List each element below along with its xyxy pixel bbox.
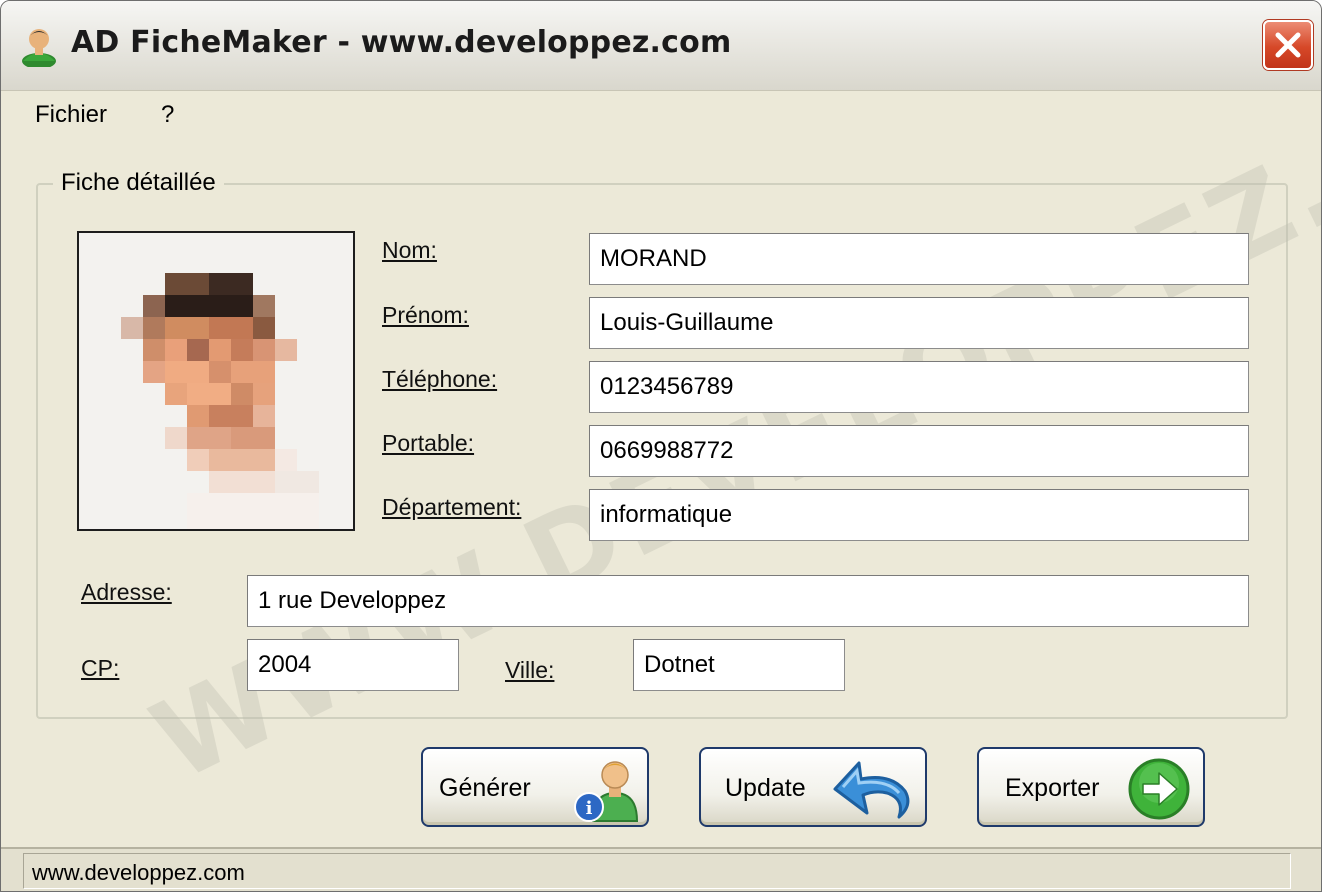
exporter-button-label: Exporter	[1005, 774, 1100, 802]
profile-photo	[77, 231, 355, 531]
green-arrow-right-icon	[1128, 758, 1190, 820]
adresse-label: Adresse:	[81, 579, 172, 605]
prenom-input[interactable]	[589, 297, 1249, 349]
ville-label: Ville:	[505, 657, 555, 683]
departement-label: Département:	[382, 494, 522, 520]
telephone-label: Téléphone:	[382, 366, 498, 392]
update-button[interactable]: Update	[699, 747, 927, 827]
status-bar: www.developpez.com	[1, 847, 1321, 891]
svg-text:i: i	[586, 798, 593, 819]
generer-button-label: Générer	[439, 774, 531, 802]
menu-help[interactable]: ?	[157, 101, 178, 129]
cp-input[interactable]	[247, 639, 459, 691]
cp-label: CP:	[81, 655, 120, 681]
close-icon	[1275, 32, 1301, 58]
user-avatar-icon	[22, 29, 56, 67]
title-bar[interactable]: AD FicheMaker - www.developpez.com	[1, 1, 1321, 91]
app-window: AD FicheMaker - www.developpez.com Fichi…	[0, 0, 1322, 892]
ville-input[interactable]	[633, 639, 845, 691]
prenom-label: Prénom:	[382, 302, 469, 328]
telephone-input[interactable]	[589, 361, 1249, 413]
portable-label: Portable:	[382, 430, 475, 456]
nom-input[interactable]	[589, 233, 1249, 285]
user-info-icon: i	[574, 761, 639, 822]
adresse-input[interactable]	[247, 575, 1249, 627]
portable-input[interactable]	[589, 425, 1249, 477]
departement-input[interactable]	[589, 489, 1249, 541]
menu-fichier[interactable]: Fichier	[31, 101, 111, 129]
update-button-label: Update	[725, 774, 806, 802]
pixelated-face-image	[79, 233, 353, 529]
status-panel: www.developpez.com	[23, 853, 1291, 889]
generer-button[interactable]: Générer i	[421, 747, 649, 827]
menu-bar: Fichier ?	[1, 93, 1321, 137]
group-title: Fiche détaillée	[53, 169, 224, 197]
window-title: AD FicheMaker - www.developpez.com	[71, 25, 732, 60]
close-button[interactable]	[1263, 20, 1313, 70]
status-text: www.developpez.com	[32, 860, 245, 885]
nom-label: Nom:	[382, 237, 437, 263]
exporter-button[interactable]: Exporter	[977, 747, 1205, 827]
undo-arrow-icon	[833, 761, 910, 819]
